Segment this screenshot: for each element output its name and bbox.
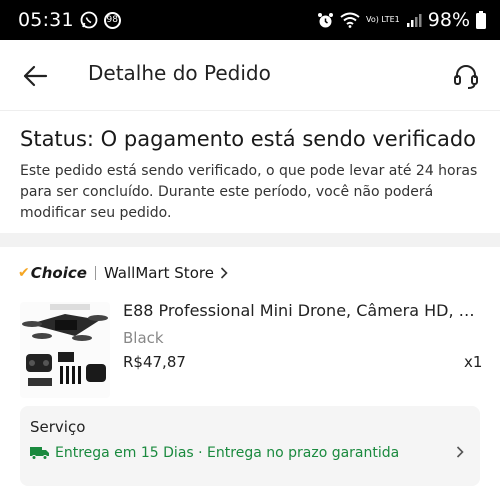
drone-product-image [20,302,110,398]
section-divider [0,233,500,247]
status-bar: 05:31 98 Vo) LTE1 98% [0,0,500,40]
delivery-text: Entrega em 15 Dias · Entrega no prazo ga… [55,445,400,461]
checkmark-icon: ✔ [18,265,30,281]
order-status-title: Status: O pagamento está sendo verificad… [20,127,477,151]
chevron-right-icon [220,267,228,279]
store-name: WallMart Store [103,264,214,282]
badge-separator [94,266,96,280]
service-card[interactable]: Serviço Entrega em 15 Dias · Entrega no … [20,406,480,486]
chevron-right-icon [456,446,464,458]
battery-icon [476,11,486,29]
page-title: Detalhe do Pedido [88,61,271,85]
order-status-description: Este pedido está sendo verificado, o que… [20,163,478,221]
clock: 05:31 [18,9,74,31]
product-title[interactable]: E88 Professional Mini Drone, Câmera HD, … [123,301,483,320]
delivery-info: Entrega em 15 Dias · Entrega no prazo ga… [30,445,399,461]
battery-level: 98% [427,9,470,31]
notification-count-badge: 98 [103,11,121,29]
service-label: Serviço [30,418,86,436]
choice-badge-label: Choice [30,264,87,282]
product-image[interactable] [20,302,110,398]
arrow-left-icon [23,65,48,87]
product-price: R$47,87 [123,353,186,371]
truck-icon [30,447,49,460]
whatsapp-icon [80,11,98,29]
product-quantity: x1 [464,353,483,371]
back-button[interactable] [22,64,48,88]
order-status-section: Status: O pagamento está sendo verificad… [0,111,500,233]
store-link[interactable]: ✔ Choice WallMart Store [18,262,228,284]
product-variant: Black [123,329,164,347]
alarm-icon [317,12,334,29]
headset-icon [454,65,478,89]
wifi-icon [340,12,360,28]
app-header: Detalhe do Pedido [0,40,500,111]
support-button[interactable] [452,62,480,90]
network-label: Vo) LTE1 [365,15,400,24]
signal-icon [406,12,422,28]
choice-badge: ✔ Choice [18,264,87,282]
